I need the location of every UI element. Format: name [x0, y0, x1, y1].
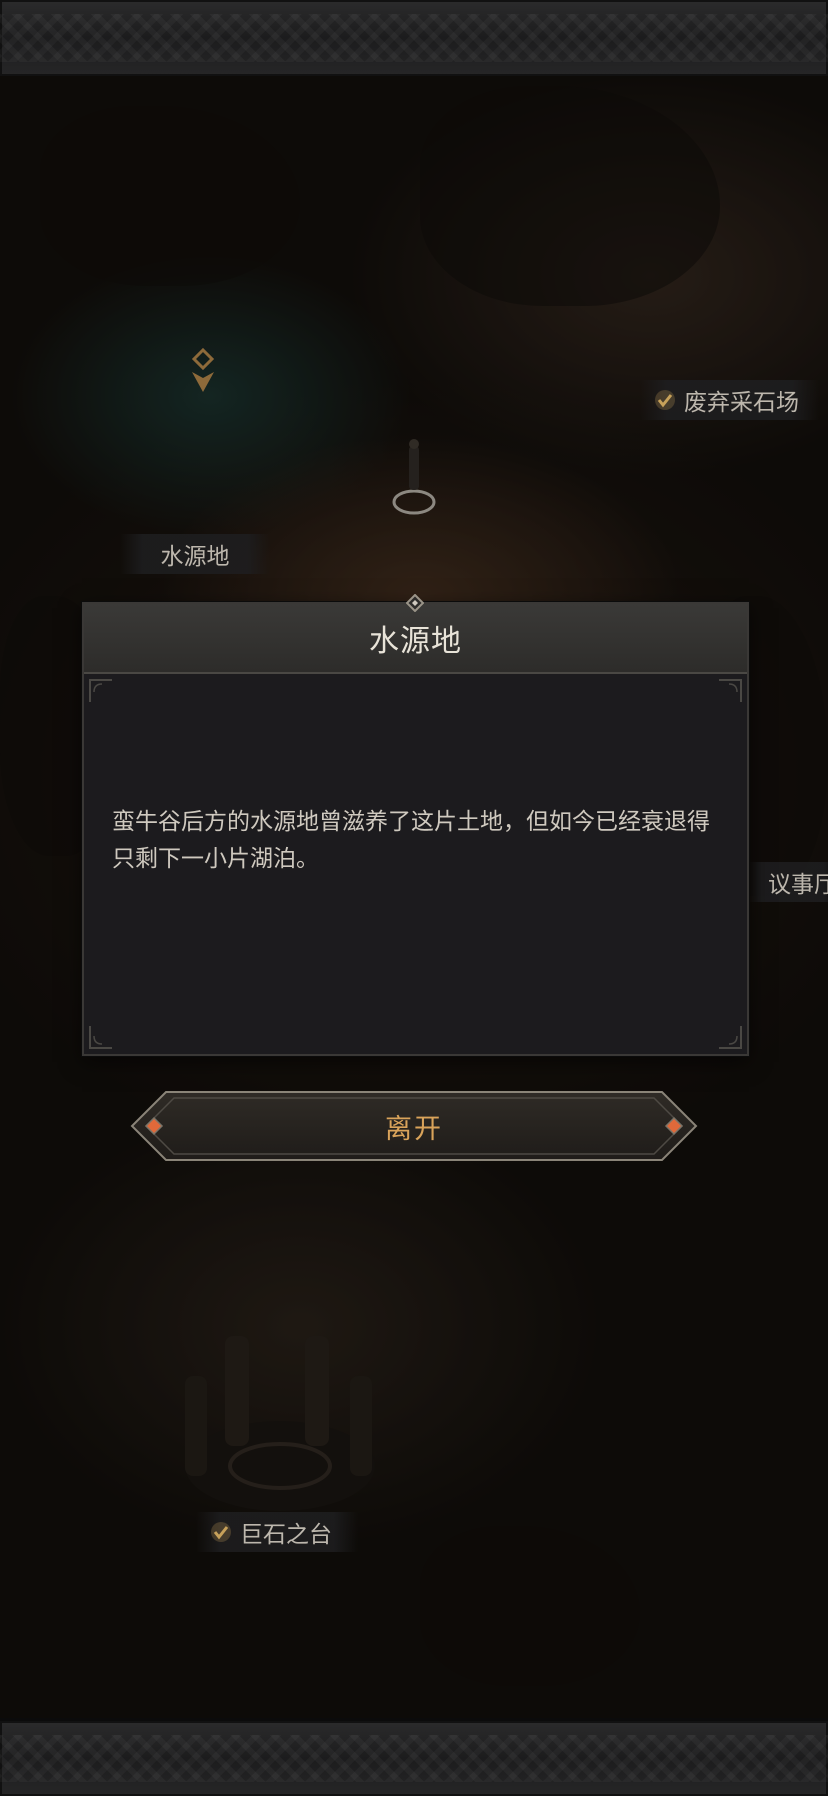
dialog-title: 水源地: [369, 624, 462, 659]
dialog-header: 水源地: [84, 604, 747, 674]
dialog-description: 蛮牛谷后方的水源地曾滋养了这片土地，但如今已经衰退得只剩下一小片湖泊。: [112, 809, 710, 872]
corner-ornament-icon: [717, 678, 743, 704]
corner-ornament-icon: [717, 1024, 743, 1050]
map-location-quarry[interactable]: 废弃采石场: [640, 380, 819, 420]
completed-check-icon: [210, 1521, 232, 1543]
leave-button[interactable]: 离开: [130, 1090, 698, 1162]
bottom-frame-border: [0, 1718, 828, 1796]
map-location-label: 巨石之台: [240, 1522, 332, 1548]
map-location-label: 议事厅: [768, 872, 828, 898]
map-location-council[interactable]: 议事厅: [748, 862, 828, 902]
corner-ornament-icon: [88, 678, 114, 704]
leave-button-label: 离开: [385, 1113, 443, 1145]
map-location-label: 废弃采石场: [684, 390, 799, 416]
completed-check-icon: [654, 389, 676, 411]
map-location-label: 水源地: [160, 544, 230, 570]
header-diamond-icon: [406, 594, 424, 612]
corner-ornament-icon: [88, 1024, 114, 1050]
map-location-megalith[interactable]: 巨石之台: [196, 1512, 358, 1552]
top-frame-border: [0, 0, 828, 79]
map-location-water-source[interactable]: 水源地: [120, 534, 270, 574]
location-info-dialog: 水源地 蛮牛谷后方的水源地曾滋养了这片土地，但如今已经衰退得只剩下一小片湖泊。: [82, 594, 749, 1056]
